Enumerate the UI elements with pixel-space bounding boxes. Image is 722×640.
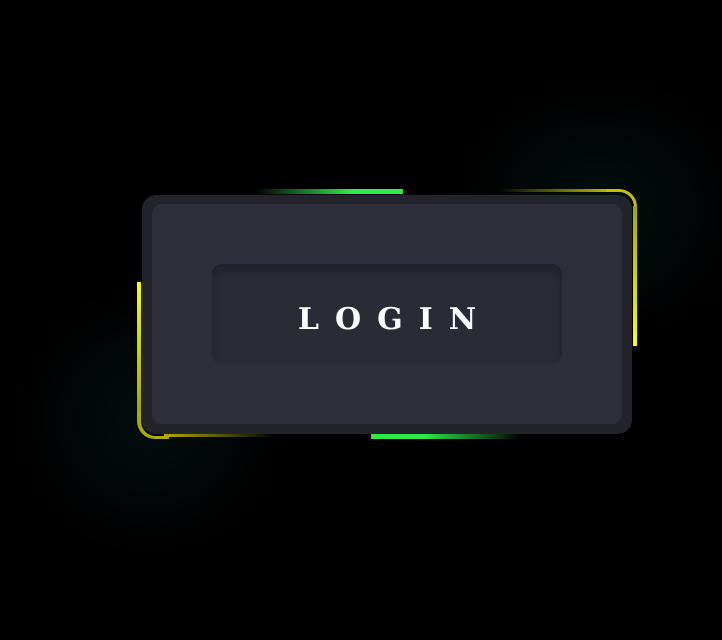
glow-border-right	[633, 206, 637, 346]
glow-border-top-right	[500, 189, 618, 192]
login-button-label: LOGIN	[297, 301, 493, 337]
page-background: LOGIN	[0, 0, 722, 640]
glow-border-bottom-left	[164, 434, 274, 437]
glow-border-top-green	[255, 189, 403, 194]
login-button[interactable]: LOGIN	[212, 264, 562, 364]
glow-border-bottom-green	[371, 434, 521, 439]
glow-border-left	[137, 282, 141, 412]
